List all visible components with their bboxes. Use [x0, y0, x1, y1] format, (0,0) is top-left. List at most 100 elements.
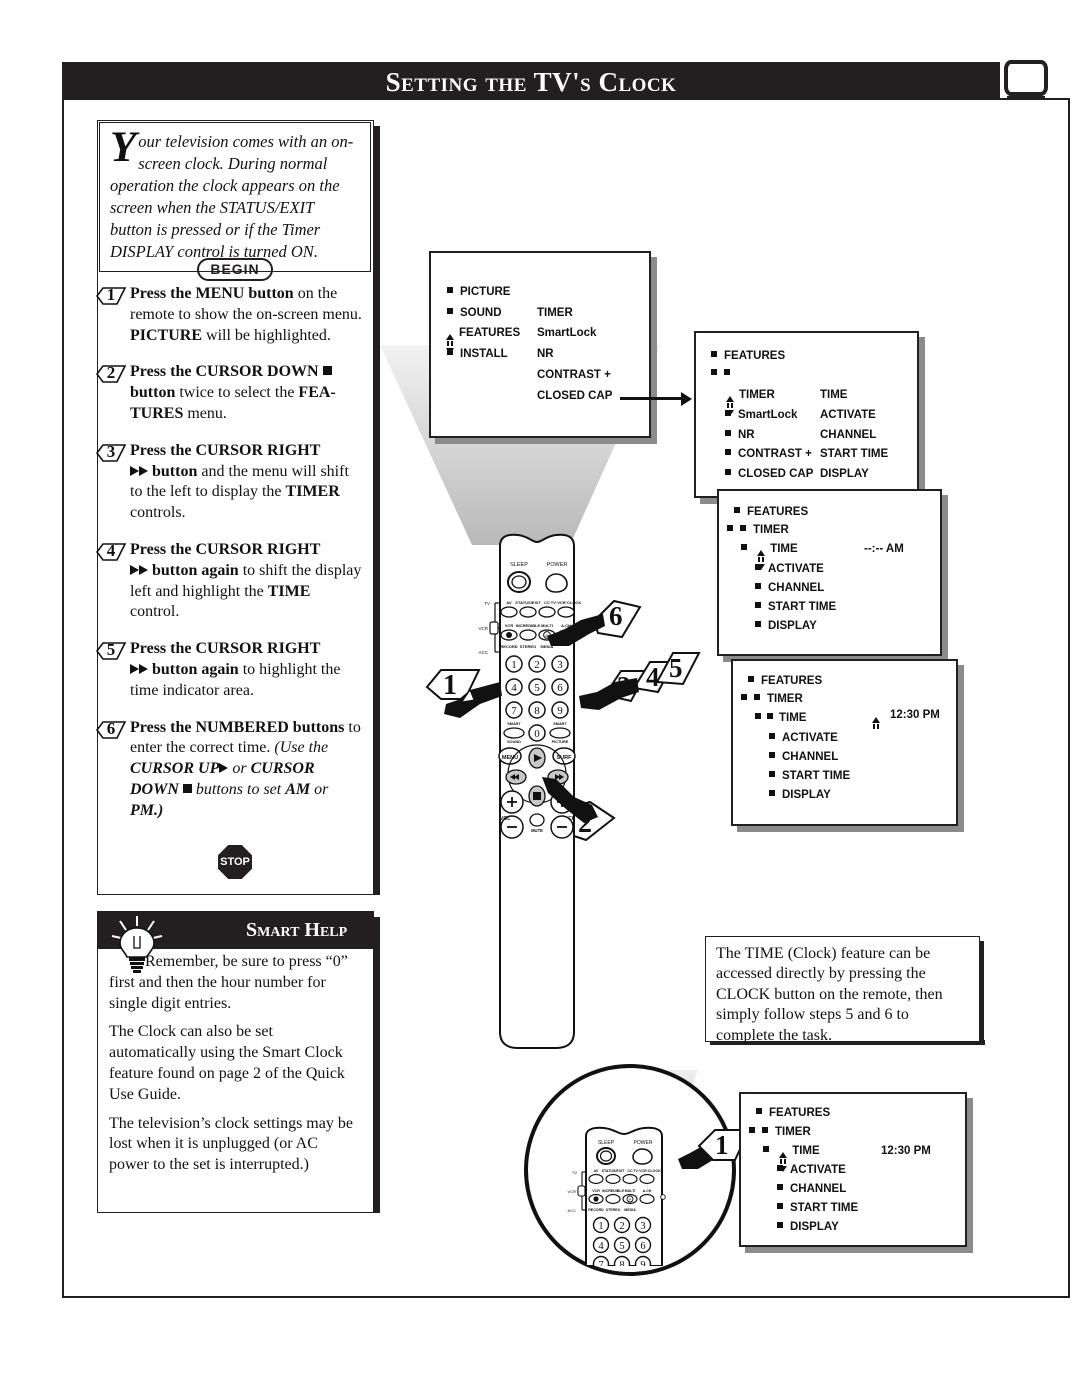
bullet-icon: [711, 369, 717, 375]
bullet-icon: [741, 694, 747, 700]
svg-text:6: 6: [557, 682, 563, 694]
menu-main-item-picture[interactable]: PICTURE: [460, 286, 510, 298]
menu-timer-blank-item-time[interactable]: TIME: [770, 543, 797, 555]
svg-text:8: 8: [619, 1260, 624, 1266]
bullet-icon: [755, 713, 761, 719]
step-6-note-a: (Use the: [274, 739, 329, 757]
menu-timer-clock-item-activate[interactable]: ACTIVATE: [790, 1164, 846, 1176]
menu-features-right-channel[interactable]: CHANNEL: [820, 429, 876, 441]
svg-text:VCR: VCR: [505, 623, 514, 628]
menu-features[interactable]: FEATURES TIMER SmartLock NR CONTRAST + C…: [694, 331, 919, 498]
svg-text:SOUND: SOUND: [507, 740, 521, 744]
menu-timer-blank-item-starttime[interactable]: START TIME: [768, 601, 836, 613]
step-item-1: 1 Press the MENU button on the remote to…: [96, 284, 372, 346]
menu-timer-blank-item-display[interactable]: DISPLAY: [768, 620, 817, 632]
menu-timer-set-item-activate[interactable]: ACTIVATE: [782, 732, 838, 744]
smart-help-paragraph-3: The television’s clock settings may be l…: [109, 1114, 353, 1174]
bullet-icon: [724, 369, 730, 375]
menu-timer-blank-header: FEATURES: [747, 506, 809, 518]
smart-help-paragraph-2: The Clock can also be set automatically …: [109, 1023, 345, 1103]
step-5-bold-after: button again: [152, 660, 239, 678]
menu-main-item-sound[interactable]: SOUND: [460, 307, 502, 319]
bullet-icon: [755, 564, 761, 570]
menu-features-right-starttime[interactable]: START TIME: [820, 448, 888, 460]
svg-text:AV: AV: [594, 1169, 599, 1173]
step-4-bold-after: button again: [152, 561, 239, 579]
menu-timer-clock-item-starttime[interactable]: START TIME: [790, 1202, 858, 1214]
menu-timer-set-item-display[interactable]: DISPLAY: [782, 789, 831, 801]
menu-features-item-timer[interactable]: TIMER: [739, 389, 775, 401]
bullet-icon: [447, 349, 453, 355]
bullet-icon: [748, 676, 754, 682]
menu-timer-clock-item-time[interactable]: TIME: [792, 1145, 819, 1157]
bullet-icon: [769, 733, 775, 739]
pointing-hand-2: [542, 777, 598, 823]
right-triangle-icon: [219, 763, 229, 774]
callout-badge-5: 5: [655, 650, 701, 694]
tv-icon: [1004, 60, 1048, 99]
bullet-icon: [769, 790, 775, 796]
menu-timer-blank-item-channel[interactable]: CHANNEL: [768, 582, 824, 594]
menu-main-right-closedcap[interactable]: CLOSED CAP: [537, 390, 612, 402]
menu-timer-clock[interactable]: FEATURES TIMER TIME ACTIVATE CHANNEL STA…: [739, 1092, 967, 1247]
flow-arrow-1-line: [620, 397, 682, 400]
menu-features-right-display[interactable]: DISPLAY: [820, 468, 869, 480]
svg-text:TV: TV: [572, 1170, 577, 1175]
svg-text:6: 6: [640, 1241, 645, 1252]
intro-text: our television comes with an on-screen c…: [110, 132, 354, 261]
menu-main-right-nr[interactable]: NR: [537, 348, 554, 360]
svg-text:MENU: MENU: [502, 755, 518, 761]
step-item-2: 2 Press the CURSOR DOWN button twice to …: [96, 362, 372, 424]
bullet-icon: [769, 752, 775, 758]
bullet-icon: [734, 507, 740, 513]
step-2-lead: Press the CURSOR DOWN: [130, 363, 319, 381]
svg-text:2: 2: [619, 1221, 624, 1232]
flow-arrow-1-head: [681, 392, 692, 406]
menu-main-right-smartlock[interactable]: SmartLock: [537, 327, 596, 339]
menu-main-right-contrast[interactable]: CONTRAST +: [537, 369, 611, 381]
menu-features-right-activate[interactable]: ACTIVATE: [820, 409, 876, 421]
svg-text:5: 5: [619, 1241, 624, 1252]
svg-text:SMART: SMART: [553, 722, 567, 726]
menu-timer-blank[interactable]: FEATURES TIMER TIME ACTIVATE CHANNEL STA…: [717, 489, 942, 656]
menu-features-item-smartlock[interactable]: SmartLock: [738, 409, 797, 421]
menu-main-right-timer[interactable]: TIMER: [537, 307, 573, 319]
menu-features-right-time[interactable]: TIME: [820, 389, 847, 401]
menu-timer-set-item-channel[interactable]: CHANNEL: [782, 751, 838, 763]
pointing-hand-1: [444, 682, 502, 718]
bullet-icon: [725, 449, 731, 455]
svg-text:ACC: ACC: [568, 1208, 577, 1213]
svg-text:PICTURE: PICTURE: [552, 740, 569, 744]
svg-text:STATUS/EXIT: STATUS/EXIT: [515, 600, 541, 605]
svg-text:7: 7: [598, 1260, 603, 1266]
menu-main[interactable]: PICTURE SOUND FEATURES INSTALL TIMER Sma…: [429, 251, 651, 438]
menu-timer-blank-value: --:-- AM: [864, 543, 904, 555]
menu-timer-clock-item-channel[interactable]: CHANNEL: [790, 1183, 846, 1195]
step-2-bold-after: button: [130, 384, 176, 402]
menu-timer-clock-header: FEATURES: [769, 1107, 831, 1119]
menu-timer-set[interactable]: FEATURES TIMER TIME ACTIVATE CHANNEL STA…: [731, 659, 958, 826]
svg-text:TV·VCR·CLOCK: TV·VCR·CLOCK: [551, 600, 582, 605]
menu-timer-blank-item-activate[interactable]: ACTIVATE: [768, 563, 824, 575]
step-number-badge-4: 4: [94, 541, 128, 563]
menu-features-item-nr[interactable]: NR: [738, 429, 755, 441]
bullet-icon: [767, 713, 773, 719]
smart-help-shadow-right: [374, 917, 380, 1213]
smart-help-title: Smart Help: [246, 919, 348, 941]
step-item-3: 3 Press the CURSOR RIGHT button and the …: [96, 441, 372, 524]
menu-timer-set-item-time[interactable]: TIME: [779, 712, 806, 724]
bullet-icon: [727, 525, 733, 531]
svg-text:5: 5: [534, 682, 540, 694]
info-box-text: The TIME (Clock) feature can be accessed…: [716, 945, 943, 1044]
menu-features-item-contrast[interactable]: CONTRAST +: [738, 448, 812, 460]
menu-features-item-closedcap[interactable]: CLOSED CAP: [738, 468, 813, 480]
smart-help-body: Remember, be sure to press “0” first and…: [99, 952, 371, 1184]
menu-timer-set-item-starttime[interactable]: START TIME: [782, 770, 850, 782]
step-6-bold-c: AM: [285, 780, 311, 798]
svg-text:SLEEP: SLEEP: [598, 1140, 615, 1146]
menu-main-item-features[interactable]: FEATURES: [459, 327, 520, 339]
bullet-icon: [769, 771, 775, 777]
menu-main-item-install[interactable]: INSTALL: [460, 348, 508, 360]
step-6-note-b: or: [228, 760, 251, 778]
menu-timer-clock-item-display[interactable]: DISPLAY: [790, 1221, 839, 1233]
